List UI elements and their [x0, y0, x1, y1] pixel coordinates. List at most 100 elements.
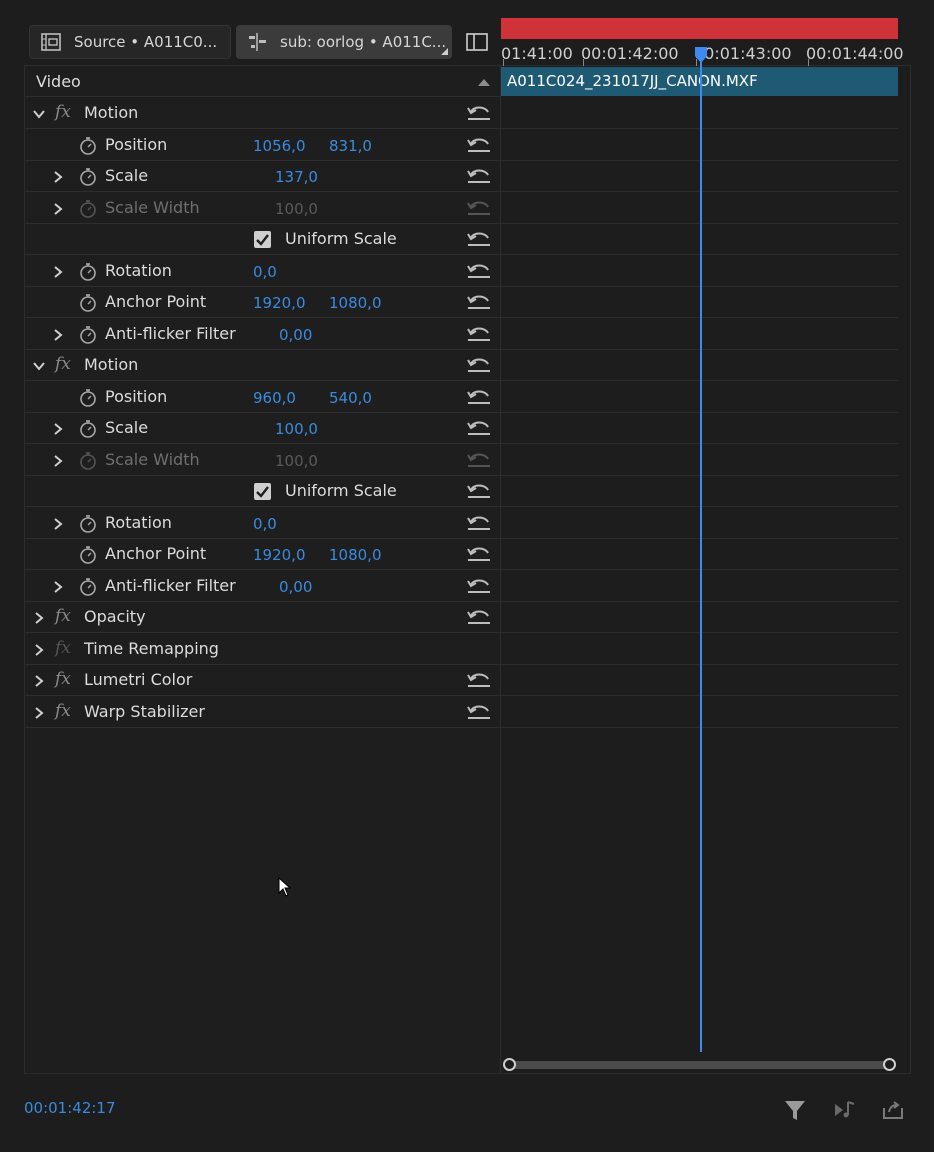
chevron-right-icon[interactable] — [51, 453, 65, 467]
chevron-right-icon[interactable] — [51, 516, 65, 530]
effect-row-warp-stabilizer[interactable]: fx Warp Stabilizer — [25, 697, 501, 728]
chevron-right-icon[interactable] — [32, 642, 46, 656]
stopwatch-icon[interactable] — [79, 545, 97, 564]
param-row-position[interactable]: Position 960,0 540,0 — [25, 382, 501, 413]
fx-toggle-icon[interactable]: fx — [55, 606, 71, 626]
reset-parameter-icon[interactable] — [466, 418, 492, 438]
param-value-secondary[interactable]: 1080,0 — [329, 294, 382, 312]
reset-parameter-icon[interactable] — [466, 702, 492, 722]
current-timecode[interactable]: 00:01:42:17 — [24, 1099, 116, 1117]
param-row-uniform-scale[interactable]: Uniform Scale — [25, 224, 501, 255]
uniform-scale-checkbox[interactable] — [254, 231, 271, 248]
video-section-header[interactable]: Video — [25, 66, 501, 97]
chevron-right-icon[interactable] — [32, 673, 46, 687]
reset-parameter-icon[interactable] — [466, 166, 492, 186]
effect-row-opacity[interactable]: fx Opacity — [25, 602, 501, 633]
chevron-right-icon[interactable] — [51, 169, 65, 183]
stopwatch-icon[interactable] — [79, 388, 97, 407]
param-value-secondary[interactable]: 540,0 — [329, 389, 372, 407]
param-value[interactable]: 1920,0 — [253, 294, 306, 312]
playhead-handle-icon[interactable] — [694, 46, 708, 64]
fx-toggle-icon[interactable]: fx — [55, 701, 71, 721]
fx-toggle-icon[interactable]: fx — [55, 354, 71, 374]
collapse-caret-icon[interactable] — [478, 79, 490, 86]
param-row-scale[interactable]: Scale 100,0 — [25, 413, 501, 444]
param-value[interactable]: 1920,0 — [253, 546, 306, 564]
scrollbar-right-handle[interactable] — [883, 1058, 896, 1071]
play-audio-icon[interactable] — [833, 1098, 857, 1122]
param-value[interactable]: 0,0 — [253, 515, 277, 533]
param-value[interactable]: 137,0 — [275, 168, 318, 186]
uniform-scale-checkbox[interactable] — [254, 483, 271, 500]
chevron-right-icon[interactable] — [32, 705, 46, 719]
reset-parameter-icon[interactable] — [466, 261, 492, 281]
stopwatch-icon[interactable] — [79, 136, 97, 155]
param-value[interactable]: 100,0 — [275, 420, 318, 438]
param-row-scale[interactable]: Scale 137,0 — [25, 161, 501, 192]
param-row-rotation[interactable]: Rotation 0,0 — [25, 508, 501, 539]
fx-toggle-icon[interactable]: fx — [55, 669, 71, 689]
stopwatch-icon[interactable] — [79, 577, 97, 596]
reset-parameter-icon[interactable] — [466, 324, 492, 344]
param-value-secondary[interactable]: 1080,0 — [329, 546, 382, 564]
chevron-down-icon[interactable] — [32, 106, 46, 120]
scrollbar-left-handle[interactable] — [503, 1058, 516, 1071]
panel-toggle-icon[interactable] — [465, 31, 489, 53]
stopwatch-icon[interactable] — [79, 419, 97, 438]
chevron-right-icon[interactable] — [51, 264, 65, 278]
reset-parameter-icon[interactable] — [466, 670, 492, 690]
chevron-right-icon[interactable] — [51, 421, 65, 435]
timeline-zoom-scrollbar[interactable] — [503, 1058, 898, 1071]
reset-parameter-icon[interactable] — [466, 513, 492, 533]
chevron-right-icon[interactable] — [51, 201, 65, 215]
stopwatch-icon[interactable] — [79, 262, 97, 281]
reset-parameter-icon[interactable] — [466, 576, 492, 596]
reset-parameter-icon[interactable] — [466, 135, 492, 155]
reset-parameter-icon[interactable] — [466, 481, 492, 501]
param-value[interactable]: 0,00 — [279, 578, 312, 596]
param-row-anchor-point[interactable]: Anchor Point 1920,0 1080,0 — [25, 287, 501, 318]
effect-row-time-remapping[interactable]: fx Time Remapping — [25, 634, 501, 665]
fx-toggle-icon[interactable]: fx — [55, 638, 71, 658]
param-row-anchor-point[interactable]: Anchor Point 1920,0 1080,0 — [25, 539, 501, 570]
stopwatch-icon[interactable] — [79, 293, 97, 312]
tab-sequence[interactable]: sub: oorlog • A011C... — [236, 25, 452, 59]
param-value[interactable]: 0,0 — [253, 263, 277, 281]
param-row-scale-width[interactable]: Scale Width 100,0 — [25, 445, 501, 476]
param-row-scale-width[interactable]: Scale Width 100,0 — [25, 193, 501, 224]
stopwatch-icon[interactable] — [79, 514, 97, 533]
chevron-right-icon[interactable] — [51, 327, 65, 341]
tab-menu-corner-icon[interactable] — [441, 48, 448, 55]
chevron-right-icon[interactable] — [51, 579, 65, 593]
reset-parameter-icon[interactable] — [466, 607, 492, 627]
effect-row-motion[interactable]: fx Motion — [25, 98, 501, 129]
reset-parameter-icon[interactable] — [466, 387, 492, 407]
param-row-anti-flicker-filter[interactable]: Anti-flicker Filter 0,00 — [25, 319, 501, 350]
param-row-anti-flicker-filter[interactable]: Anti-flicker Filter 0,00 — [25, 571, 501, 602]
playhead-line[interactable] — [700, 55, 702, 1052]
reset-parameter-icon[interactable] — [466, 292, 492, 312]
param-row-position[interactable]: Position 1056,0 831,0 — [25, 130, 501, 161]
param-value[interactable]: 1056,0 — [253, 137, 306, 155]
stopwatch-icon[interactable] — [79, 167, 97, 186]
reset-parameter-icon[interactable] — [466, 229, 492, 249]
param-value-secondary[interactable]: 831,0 — [329, 137, 372, 155]
param-row-uniform-scale[interactable]: Uniform Scale — [25, 476, 501, 507]
chevron-right-icon[interactable] — [32, 610, 46, 624]
chevron-down-icon[interactable] — [32, 358, 46, 372]
reset-parameter-icon[interactable] — [466, 103, 492, 123]
param-row-rotation[interactable]: Rotation 0,0 — [25, 256, 501, 287]
reset-parameter-icon[interactable] — [466, 355, 492, 375]
filter-icon[interactable] — [783, 1098, 807, 1122]
param-value[interactable]: 0,00 — [279, 326, 312, 344]
export-icon[interactable] — [881, 1098, 905, 1122]
tab-source[interactable]: Source • A011C0... — [29, 25, 231, 59]
work-area-bar[interactable] — [501, 18, 898, 39]
stopwatch-icon[interactable] — [79, 325, 97, 344]
effect-row-lumetri-color[interactable]: fx Lumetri Color — [25, 665, 501, 696]
param-value[interactable]: 960,0 — [253, 389, 296, 407]
reset-parameter-icon[interactable] — [466, 544, 492, 564]
fx-toggle-icon[interactable]: fx — [55, 102, 71, 122]
effect-row-motion[interactable]: fx Motion — [25, 350, 501, 381]
scrollbar-track[interactable] — [509, 1061, 892, 1069]
